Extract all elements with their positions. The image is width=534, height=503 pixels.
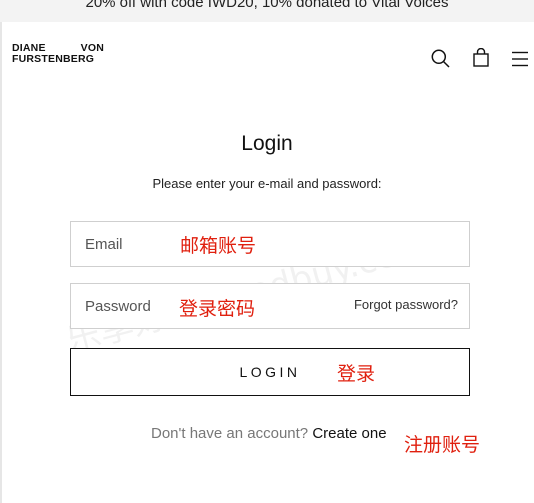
login-instructions: Please enter your e-mail and password: <box>152 176 382 191</box>
logo-word-diane: DIANE <box>12 42 46 54</box>
email-annotation: 邮箱账号 <box>180 235 257 257</box>
left-divider <box>0 22 2 503</box>
login-button[interactable]: LOGIN <box>70 348 470 396</box>
signup-annotation: 注册账号 <box>404 434 481 456</box>
promo-banner: 20% off with code IWD20, 10% donated to … <box>0 0 534 22</box>
page-title: Login <box>241 132 293 155</box>
signup-prompt-line: Don't have an account? Create one <box>151 425 387 442</box>
login-annotation: 登录 <box>337 363 376 385</box>
forgot-password-link[interactable]: Forgot password? <box>354 297 458 312</box>
menu-icon[interactable] <box>512 51 528 67</box>
password-annotation: 登录密码 <box>179 298 256 320</box>
email-field[interactable] <box>70 221 470 267</box>
logo-word-von: VON <box>80 42 104 54</box>
login-button-label: LOGIN <box>239 364 301 380</box>
signup-prompt: Don't have an account? <box>151 425 309 442</box>
search-icon[interactable] <box>431 49 450 68</box>
promo-text: 20% off with code IWD20, 10% donated to … <box>85 0 449 11</box>
brand-logo[interactable]: DIANE VON FURSTENBERG <box>12 43 104 64</box>
create-account-link[interactable]: Create one <box>312 425 386 442</box>
bag-icon[interactable] <box>473 48 489 67</box>
password-field[interactable]: Forgot password? <box>70 283 470 329</box>
logo-word-furstenberg: FURSTENBERG <box>12 52 95 65</box>
